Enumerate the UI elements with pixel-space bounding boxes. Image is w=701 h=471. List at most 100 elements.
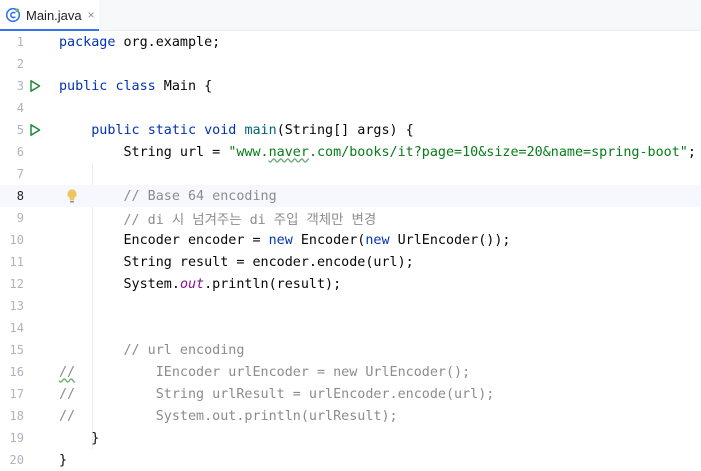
code-line[interactable]: 3 public class Main { [0, 75, 701, 97]
code-token: new [268, 232, 293, 248]
code-line[interactable]: 16 // IEncoder urlEncoder = new UrlEncode… [0, 361, 701, 383]
code-text: // String urlResult = urlEncoder.encode(… [59, 387, 494, 402]
code-line[interactable]: 9 // di 시 넘겨주는 di 주입 객체만 변경 [0, 207, 701, 229]
line-number[interactable]: 2 [0, 57, 24, 71]
code-token: package [59, 34, 116, 50]
code-text: public static void main(String[] args) { [59, 123, 414, 138]
code-line[interactable]: 14 [0, 317, 701, 339]
code-token: // String urlResult = urlEncoder.encode(… [59, 386, 495, 402]
code-token: naver [268, 144, 309, 160]
code-token: } [59, 430, 100, 446]
tab-main-java[interactable]: Main.java × [0, 0, 99, 31]
code-line[interactable]: 2 [0, 53, 701, 75]
line-number[interactable]: 3 [0, 79, 24, 93]
line-number[interactable]: 11 [0, 255, 24, 269]
line-number[interactable]: 14 [0, 321, 24, 335]
code-text: public class Main { [59, 79, 212, 94]
code-text: // Base 64 encoding [59, 189, 277, 204]
code-line[interactable]: 1 package org.example; [0, 31, 701, 53]
line-number[interactable]: 17 [0, 387, 24, 401]
code-token: main [244, 122, 277, 138]
line-number[interactable]: 20 [0, 453, 24, 467]
line-number[interactable]: 9 [0, 211, 24, 225]
code-token: (String[] args) { [276, 122, 414, 138]
code-line[interactable]: 20} [0, 449, 701, 471]
code-line[interactable]: 17 // String urlResult = urlEncoder.encod… [0, 383, 701, 405]
code-text: // url encoding [59, 342, 245, 358]
code-text: package org.example; [59, 35, 220, 50]
code-line[interactable]: 8 // Base 64 encoding [0, 185, 701, 207]
run-icon[interactable] [28, 79, 42, 93]
code-line[interactable]: 12 System.out.println(result); [0, 273, 701, 295]
code-token: ; [687, 144, 696, 160]
code-token: // System.out.println(urlResult); [59, 408, 398, 424]
line-number[interactable]: 12 [0, 277, 24, 291]
code-token: public [59, 78, 108, 94]
code-token: class [115, 78, 156, 94]
code-line[interactable]: 15 // url encoding [0, 339, 701, 361]
line-number[interactable]: 10 [0, 233, 24, 247]
line-number[interactable]: 16 [0, 365, 24, 379]
code-token: } [59, 452, 68, 468]
code-line[interactable]: 19 } [0, 427, 701, 449]
code-token: String url = [59, 144, 229, 160]
code-token: static [147, 122, 197, 138]
code-editor[interactable]: 1 package org.example; 2 3 public class Main… [0, 31, 701, 471]
line-number[interactable]: 15 [0, 343, 24, 357]
code-line[interactable]: 18 // System.out.println(urlResult); [0, 405, 701, 427]
line-number[interactable]: 7 [0, 167, 24, 181]
code-token: out [179, 276, 205, 292]
code-line[interactable]: 10 Encoder encoder = new Encoder(new Url… [0, 229, 701, 251]
code-token: Encoder encoder = [59, 232, 269, 248]
code-token: UrlEncoder()); [389, 232, 511, 248]
line-number[interactable]: 1 [0, 35, 24, 49]
line-number[interactable]: 6 [0, 145, 24, 159]
code-token: .com/books/it?page=10&size=20&name=sprin… [308, 144, 688, 160]
line-number[interactable]: 8 [0, 189, 24, 203]
code-token: // di 시 넘겨주는 di 주입 객체만 변경 [123, 213, 377, 228]
tab-label: Main.java [26, 7, 82, 23]
java-class-icon [5, 7, 21, 23]
code-token: Main { [155, 78, 213, 94]
code-token: System. [59, 276, 180, 292]
code-token: // url encoding [123, 342, 245, 358]
code-token: void [204, 122, 237, 138]
code-token: Encoder( [292, 232, 366, 248]
code-text: // IEncoder urlEncoder = new UrlEncoder(… [59, 365, 470, 380]
code-token: org.example; [115, 34, 221, 50]
code-token: // [59, 364, 76, 380]
code-token: public [91, 122, 140, 138]
code-text: String url = "www.naver.com/books/it?pag… [59, 144, 696, 160]
code-text: Encoder encoder = new Encoder(new UrlEnc… [59, 233, 510, 248]
code-text: } [59, 453, 67, 468]
code-line[interactable]: 4 [0, 97, 701, 119]
code-text: System.out.println(result); [59, 277, 341, 292]
close-icon[interactable]: × [88, 8, 95, 22]
code-token: IEncoder urlEncoder = new UrlEncoder(); [75, 364, 471, 380]
code-line[interactable]: 13 [0, 295, 701, 317]
code-token: .println(result); [204, 276, 342, 292]
line-number[interactable]: 19 [0, 431, 24, 445]
code-line[interactable]: 6 String url = "www.naver.com/books/it?p… [0, 141, 701, 163]
code-token: String result = encoder.encode(url); [59, 254, 414, 270]
line-number[interactable]: 4 [0, 101, 24, 115]
code-line[interactable]: 5 public static void main(String[] args)… [0, 119, 701, 141]
line-number[interactable]: 5 [0, 123, 24, 137]
run-icon[interactable] [28, 123, 42, 137]
line-number[interactable]: 13 [0, 299, 24, 313]
code-line[interactable]: 11 String result = encoder.encode(url); [0, 251, 701, 273]
code-text: // di 시 넘겨주는 di 주입 객체만 변경 [59, 208, 377, 228]
line-number[interactable]: 18 [0, 409, 24, 423]
code-token: // Base 64 encoding [123, 188, 277, 204]
code-text: String result = encoder.encode(url); [59, 254, 414, 270]
code-text: } [59, 431, 99, 446]
code-text: // System.out.println(urlResult); [59, 409, 398, 424]
code-token: new [365, 232, 390, 248]
code-token: "www. [228, 144, 269, 160]
code-line[interactable]: 7 [0, 163, 701, 185]
